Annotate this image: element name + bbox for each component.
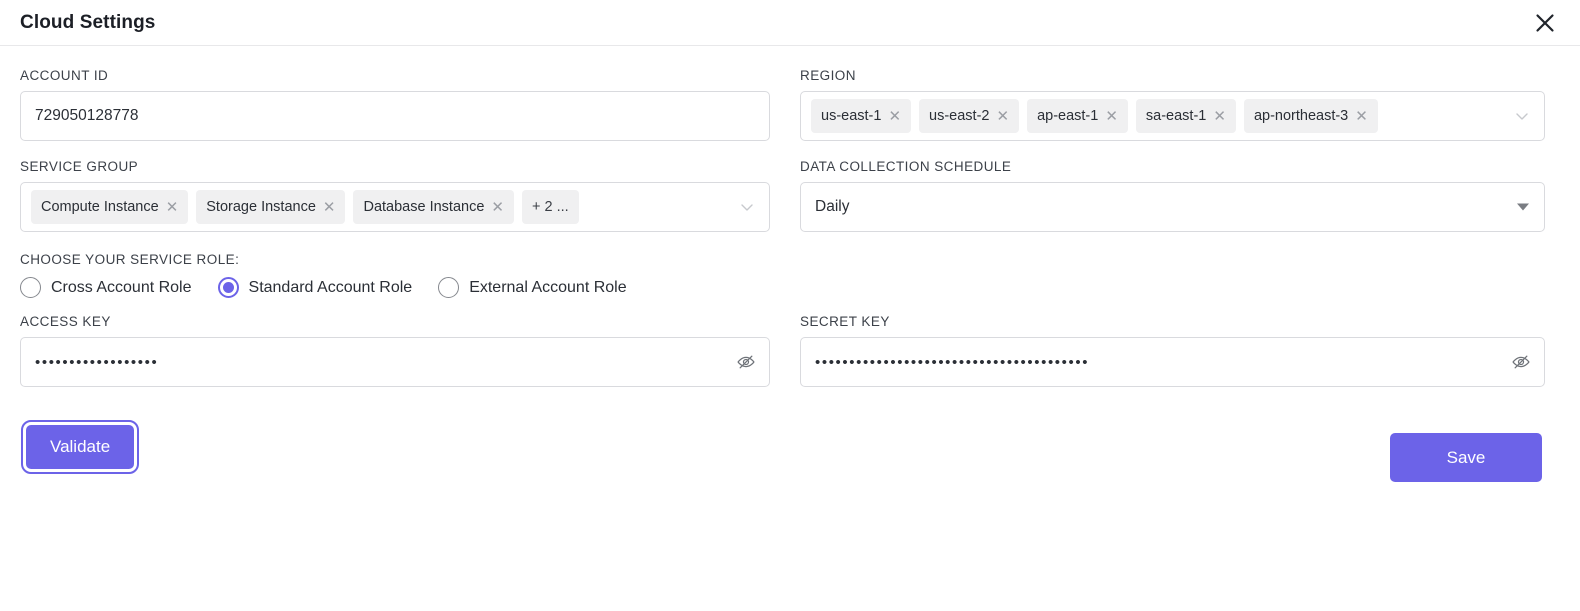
secret-key-input[interactable]: •••••••••••••••••••••••••••••••••••••••• (800, 337, 1545, 387)
remove-tag-icon[interactable]: ✕ (996, 109, 1009, 124)
region-field: REGION us-east-1 ✕ us-east-2 ✕ ap-east-1… (800, 68, 1545, 141)
remove-tag-icon[interactable]: ✕ (1213, 109, 1226, 124)
save-holder: Save (1390, 433, 1542, 482)
secret-key-field: SECRET KEY •••••••••••••••••••••••••••••… (800, 314, 1545, 387)
form-row-3: ACCESS KEY •••••••••••••••••• SECRET KEY (20, 314, 1560, 405)
radio-indicator[interactable] (438, 277, 460, 298)
secret-key-wrap: •••••••••••••••••••••••••••••••••••••••• (800, 337, 1545, 387)
remove-tag-icon[interactable]: ✕ (166, 200, 179, 215)
region-tag-label: ap-east-1 (1037, 108, 1099, 124)
form-row-1: ACCOUNT ID REGION us-east-1 ✕ us-east-2 … (20, 68, 1560, 159)
access-key-label: ACCESS KEY (20, 314, 111, 329)
account-id-input[interactable] (20, 91, 770, 141)
schedule-field: DATA COLLECTION SCHEDULE Daily (800, 159, 1545, 232)
radio-standard-account-role[interactable]: Standard Account Role (217, 277, 413, 298)
region-tag-label: ap-northeast-3 (1253, 108, 1349, 124)
form-row-2: SERVICE GROUP Compute Instance ✕ Storage… (20, 159, 1560, 250)
actions-row: Validate Save (0, 420, 1580, 482)
remove-tag-icon[interactable]: ✕ (323, 200, 336, 215)
close-icon[interactable] (1530, 8, 1560, 38)
service-role-section: CHOOSE YOUR SERVICE ROLE: Cross Account … (20, 252, 1560, 298)
radio-external-account-role[interactable]: External Account Role (438, 277, 627, 298)
region-label: REGION (800, 68, 856, 83)
schedule-field-group: DATA COLLECTION SCHEDULE Daily (800, 159, 1545, 250)
dialog-header: Cloud Settings (0, 0, 1580, 46)
remove-tag-icon[interactable]: ✕ (1105, 109, 1118, 124)
radio-indicator[interactable] (20, 277, 41, 298)
radio-cross-account-role[interactable]: Cross Account Role (20, 277, 192, 298)
service-group-field-group: SERVICE GROUP Compute Instance ✕ Storage… (20, 159, 770, 250)
region-multiselect[interactable]: us-east-1 ✕ us-east-2 ✕ ap-east-1 ✕ sa-e… (800, 91, 1545, 141)
secret-key-label: SECRET KEY (800, 314, 890, 329)
access-key-field-group: ACCESS KEY •••••••••••••••••• (20, 314, 770, 405)
radio-label: Standard Account Role (248, 278, 413, 296)
save-button[interactable]: Save (1390, 433, 1542, 482)
service-group-tag-label: Storage Instance (206, 199, 316, 215)
service-group-tag[interactable]: Storage Instance ✕ (196, 190, 346, 224)
service-role-radio-group: Cross Account Role Standard Account Role… (20, 277, 1560, 298)
access-key-wrap: •••••••••••••••••• (20, 337, 770, 387)
account-id-label: ACCOUNT ID (20, 68, 109, 83)
region-tag[interactable]: ap-northeast-3 ✕ (1243, 99, 1378, 133)
region-tag[interactable]: us-east-2 ✕ (919, 99, 1020, 133)
radio-label: External Account Role (469, 278, 627, 296)
region-field-group: REGION us-east-1 ✕ us-east-2 ✕ ap-east-1… (800, 68, 1545, 159)
remove-tag-icon[interactable]: ✕ (491, 200, 504, 215)
radio-indicator-selected[interactable] (217, 277, 239, 298)
service-group-tag[interactable]: Compute Instance ✕ (31, 190, 189, 224)
account-id-field: ACCOUNT ID (20, 68, 770, 141)
region-tag-label: us-east-1 (821, 108, 882, 124)
schedule-label: DATA COLLECTION SCHEDULE (800, 159, 1012, 174)
service-group-field: SERVICE GROUP Compute Instance ✕ Storage… (20, 159, 770, 232)
schedule-select[interactable]: Daily (800, 182, 1545, 232)
region-tag-label: us-east-2 (929, 108, 990, 124)
access-key-input[interactable]: •••••••••••••••••• (20, 337, 770, 387)
access-key-field: ACCESS KEY •••••••••••••••••• (20, 314, 770, 387)
eye-off-icon[interactable] (736, 352, 756, 372)
schedule-selected-value: Daily (815, 198, 850, 215)
region-tag[interactable]: sa-east-1 ✕ (1135, 99, 1236, 133)
region-tag-label: sa-east-1 (1145, 108, 1207, 124)
service-group-multiselect[interactable]: Compute Instance ✕ Storage Instance ✕ Da… (20, 182, 770, 232)
service-group-tag-label: Database Instance (363, 199, 485, 215)
region-tag[interactable]: us-east-1 ✕ (811, 99, 912, 133)
schedule-select-wrap: Daily (800, 182, 1545, 232)
service-role-label: CHOOSE YOUR SERVICE ROLE: (20, 252, 240, 267)
service-group-overflow-tag[interactable]: + 2 ... (521, 190, 579, 224)
validate-button[interactable]: Validate (20, 420, 140, 474)
remove-tag-icon[interactable]: ✕ (888, 109, 901, 124)
chevron-down-icon (739, 199, 755, 215)
eye-off-icon[interactable] (1511, 352, 1531, 372)
region-tag[interactable]: ap-east-1 ✕ (1027, 99, 1128, 133)
remove-tag-icon[interactable]: ✕ (1355, 109, 1368, 124)
validate-holder: Validate (20, 420, 140, 474)
service-group-label: SERVICE GROUP (20, 159, 139, 174)
secret-key-field-group: SECRET KEY •••••••••••••••••••••••••••••… (800, 314, 1545, 405)
service-group-tag-label: Compute Instance (41, 199, 159, 215)
page-title: Cloud Settings (20, 11, 156, 33)
radio-label: Cross Account Role (51, 278, 192, 296)
account-id-field-group: ACCOUNT ID (20, 68, 770, 159)
chevron-down-icon (1514, 108, 1530, 124)
dialog-body: ACCOUNT ID REGION us-east-1 ✕ us-east-2 … (0, 46, 1580, 405)
service-group-tag[interactable]: Database Instance ✕ (353, 190, 514, 224)
